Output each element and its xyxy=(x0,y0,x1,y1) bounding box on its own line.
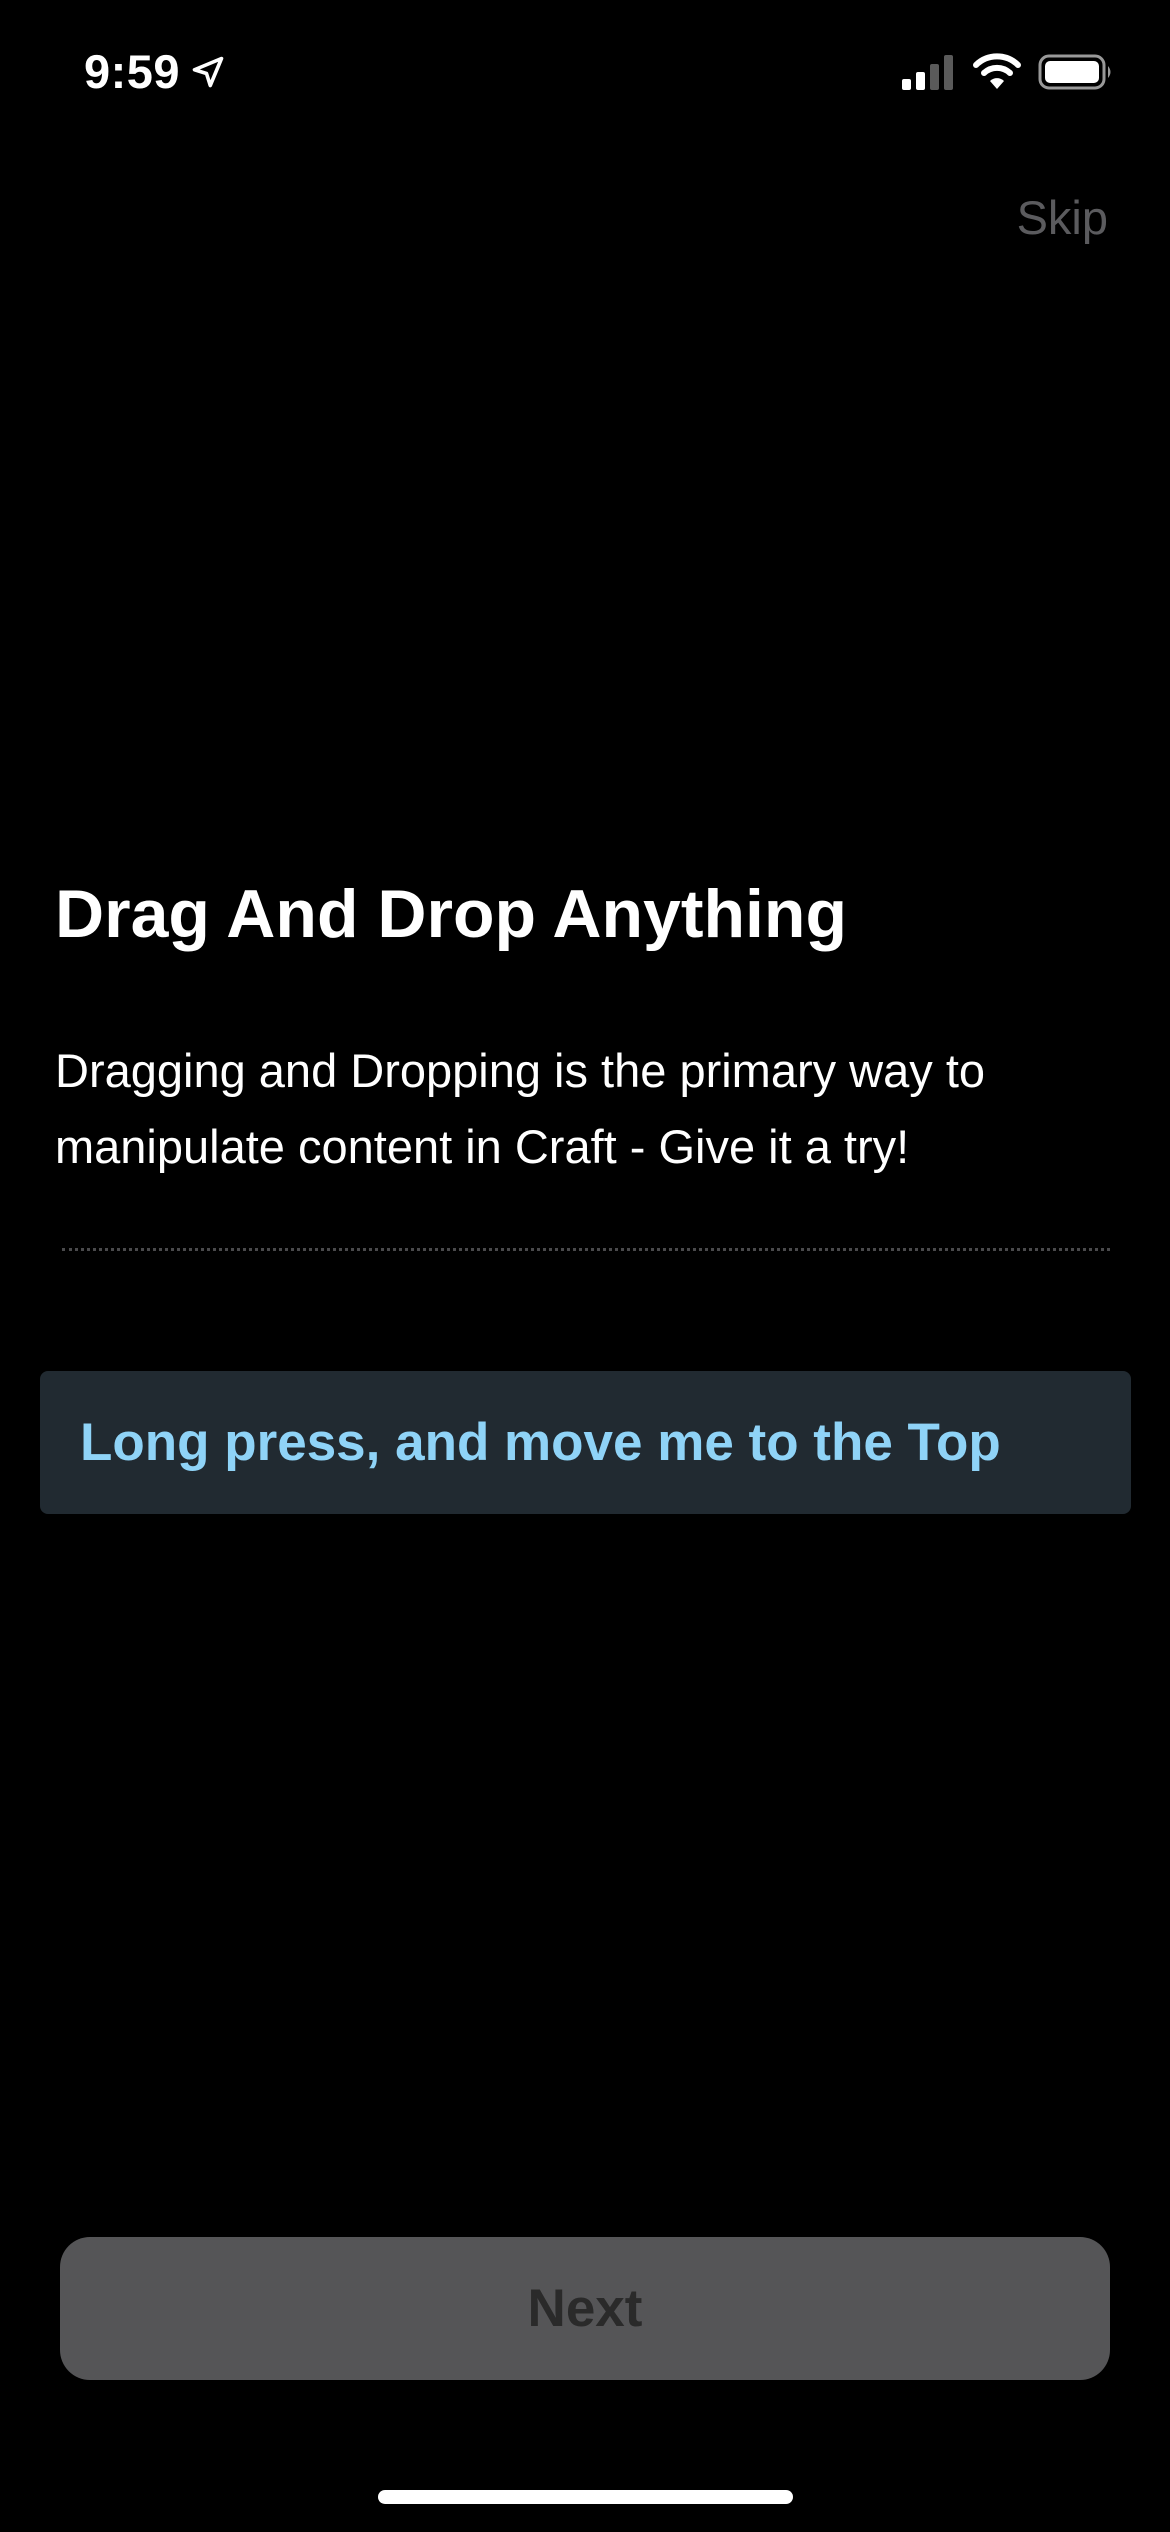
page-title: Drag And Drop Anything xyxy=(55,876,847,952)
wifi-icon xyxy=(973,53,1021,89)
draggable-block-label: Long press, and move me to the Top xyxy=(80,1413,1001,1472)
status-time: 9:59 xyxy=(84,44,226,99)
location-arrow-icon xyxy=(192,56,224,87)
draggable-block[interactable]: Long press, and move me to the Top xyxy=(40,1371,1131,1514)
cellular-signal-icon xyxy=(902,55,953,90)
status-bar: 9:59 xyxy=(0,0,1170,150)
page-description: Dragging and Dropping is the primary way… xyxy=(55,1044,986,1173)
dotted-divider xyxy=(62,1248,1110,1251)
skip-button[interactable]: Skip xyxy=(1017,190,1108,245)
status-time-label: 9:59 xyxy=(84,45,181,98)
status-indicators xyxy=(900,52,1114,92)
home-indicator[interactable] xyxy=(378,2490,793,2504)
battery-icon xyxy=(1038,54,1111,90)
next-button[interactable]: Next xyxy=(60,2237,1110,2380)
